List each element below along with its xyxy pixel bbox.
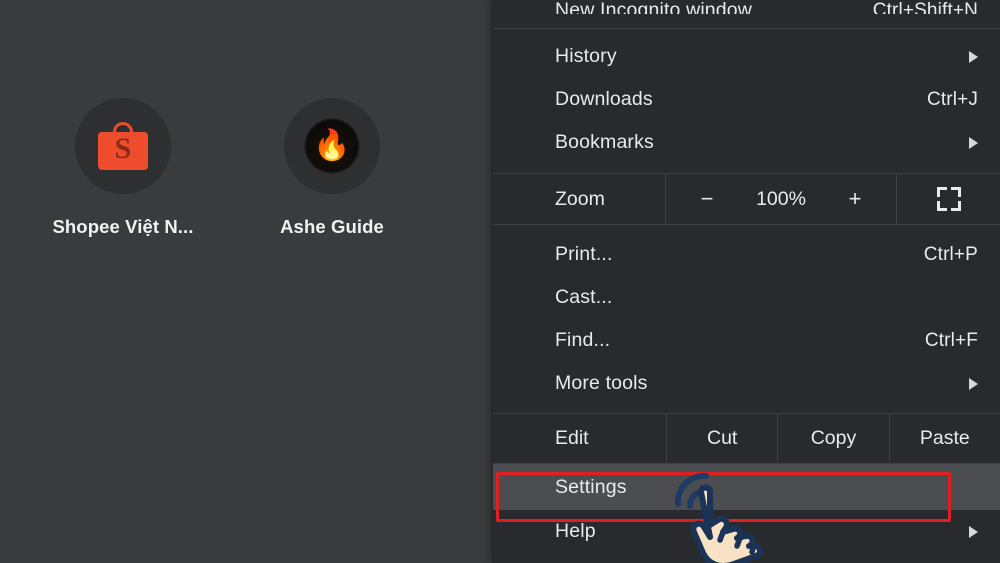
menu-item-bookmarks[interactable]: Bookmarks — [493, 121, 1000, 164]
menu-item-label: History — [555, 45, 617, 67]
menu-item-label: New Incognito window — [555, 0, 753, 14]
menu-item-new-incognito-window[interactable]: New Incognito window Ctrl+Shift+N — [493, 0, 1000, 14]
cut-button[interactable]: Cut — [666, 414, 777, 463]
menu-item-label: Help — [555, 520, 596, 542]
menu-item-accelerator: Ctrl+Shift+N — [872, 0, 978, 14]
menu-item-accelerator: Ctrl+F — [924, 329, 978, 351]
menu-zoom-row: Zoom − 100% + — [493, 174, 1000, 224]
chevron-right-icon — [969, 525, 978, 538]
chevron-right-icon — [969, 50, 978, 63]
copy-button[interactable]: Copy — [777, 414, 888, 463]
desktop-shortcut-ashe-guide[interactable]: 🔥 Ashe Guide — [247, 98, 417, 238]
desktop-shortcut-label: Shopee Việt N... — [52, 216, 194, 237]
zoom-label: Zoom — [555, 187, 605, 210]
fullscreen-icon — [936, 187, 961, 211]
menu-item-label: Downloads — [555, 88, 653, 110]
chrome-main-menu: New Incognito window Ctrl+Shift+N Histor… — [492, 0, 1000, 563]
flame-icon[interactable]: 🔥 — [284, 98, 380, 194]
menu-item-find[interactable]: Find... Ctrl+F — [493, 319, 1000, 362]
menu-item-accelerator: Ctrl+J — [926, 88, 978, 110]
zoom-out-button[interactable]: − — [679, 186, 735, 212]
menu-item-label: Find... — [555, 329, 611, 351]
menu-item-more-tools[interactable]: More tools — [493, 362, 1000, 405]
menu-item-history[interactable]: History — [493, 35, 1000, 78]
edit-label: Edit — [555, 427, 589, 449]
menu-item-accelerator: Ctrl+P — [923, 243, 978, 265]
menu-separator — [493, 28, 1000, 29]
menu-item-label: More tools — [555, 372, 648, 394]
menu-item-label: Cast... — [555, 286, 613, 308]
menu-item-label: Print... — [555, 243, 613, 265]
chevron-right-icon — [969, 136, 978, 149]
menu-item-help[interactable]: Help — [493, 510, 1000, 553]
menu-item-label: Settings — [555, 475, 627, 498]
shopee-bag-icon[interactable]: S — [75, 98, 171, 194]
desktop-background: S Shopee Việt N... 🔥 Ashe Guide — [0, 0, 492, 563]
zoom-in-button[interactable]: + — [827, 186, 883, 212]
menu-separator — [493, 224, 1000, 225]
menu-item-label: Bookmarks — [555, 131, 654, 153]
menu-item-downloads[interactable]: Downloads Ctrl+J — [493, 78, 1000, 121]
screen: S Shopee Việt N... 🔥 Ashe Guide New Inco… — [0, 0, 1000, 563]
paste-button[interactable]: Paste — [888, 414, 1000, 463]
desktop-shortcut-shopee[interactable]: S Shopee Việt N... — [38, 98, 208, 238]
menu-edit-row: Edit Cut Copy Paste — [493, 414, 1000, 463]
menu-item-settings[interactable]: Settings — [493, 464, 1000, 510]
zoom-controls: − 100% + — [665, 174, 896, 224]
menu-item-cast[interactable]: Cast... — [493, 276, 1000, 319]
chevron-right-icon — [969, 377, 978, 390]
flame-glyph: 🔥 — [313, 129, 351, 162]
menu-item-print[interactable]: Print... Ctrl+P — [493, 233, 1000, 276]
desktop-shortcut-label: Ashe Guide — [280, 216, 384, 237]
fullscreen-button[interactable] — [896, 174, 1000, 224]
zoom-level-value: 100% — [756, 187, 806, 210]
